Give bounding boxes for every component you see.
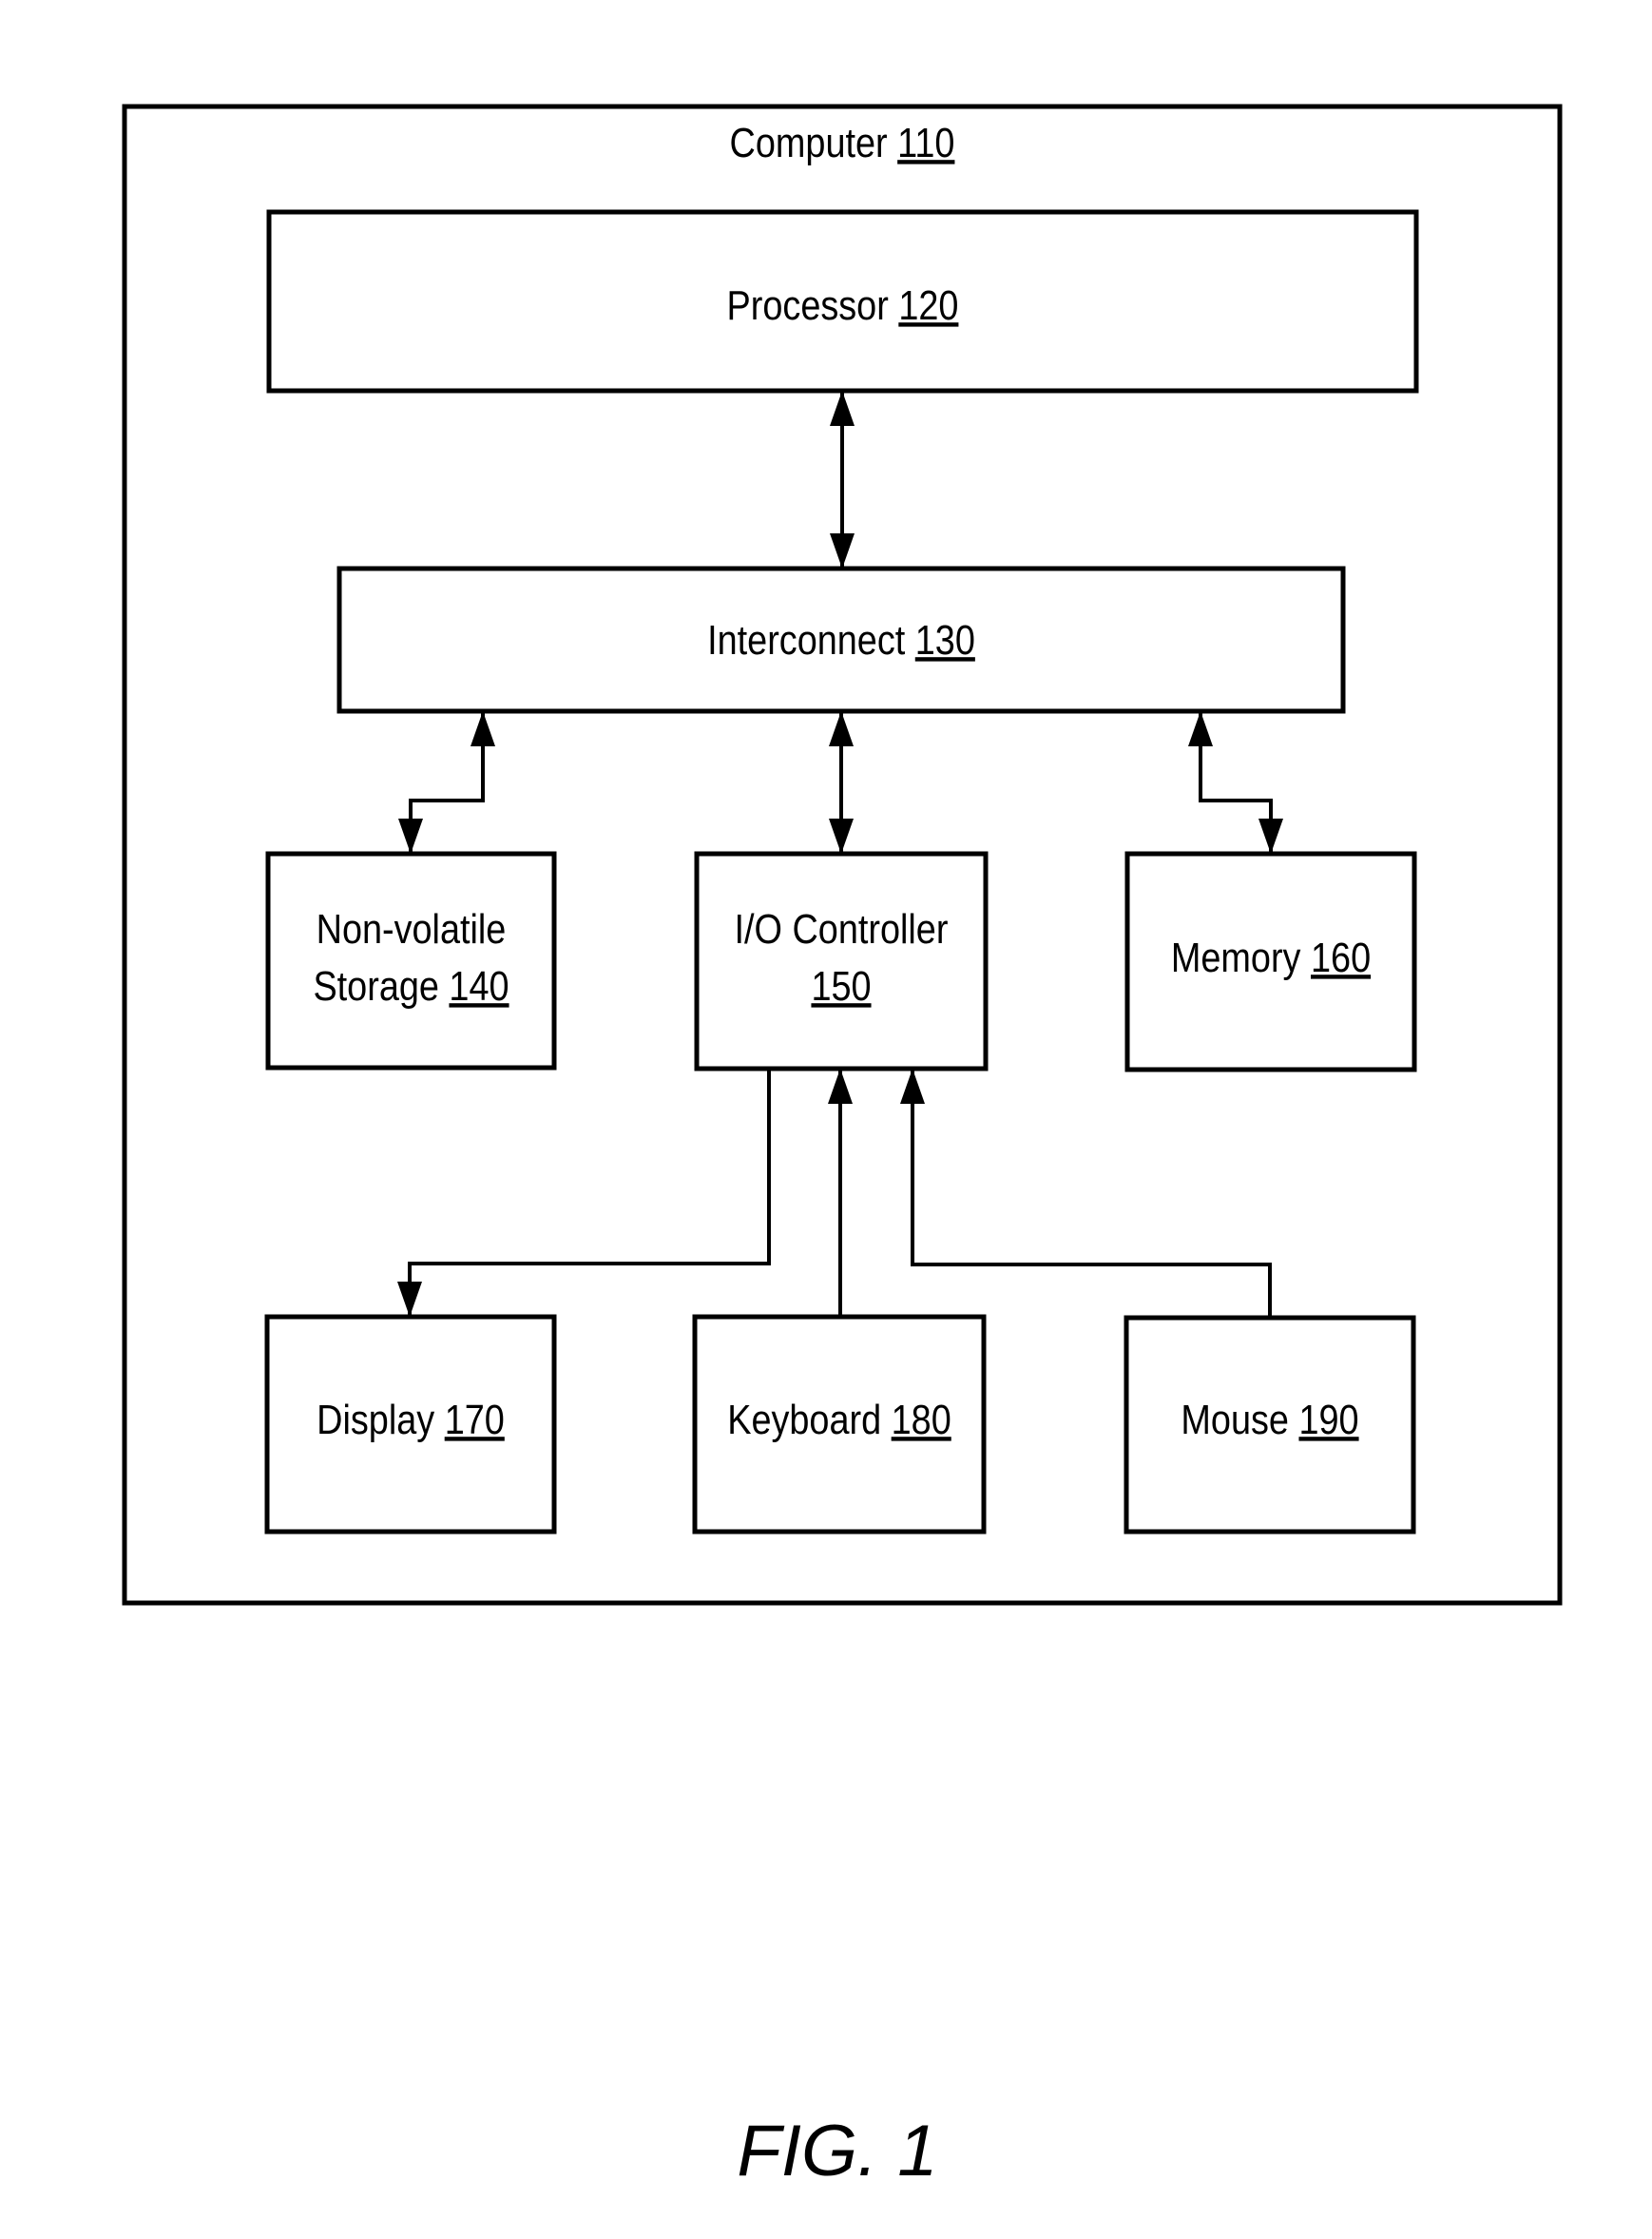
computer-block-diagram: Computer 110 Processor 120 Interconnect 1…: [122, 104, 1563, 2191]
edge-processor-to-interconnect: [830, 391, 855, 569]
interconnect-label-line: Interconnect 130: [707, 616, 975, 663]
display-ref-number: 170: [445, 1396, 505, 1442]
arrowhead-icon: [1258, 819, 1283, 854]
arrowhead-icon: [829, 819, 854, 854]
edge-interconnect-to-storage: [398, 711, 495, 854]
computer-label-text: Computer: [730, 119, 888, 165]
computer-label: Computer 110: [730, 119, 955, 165]
io-controller-label-text: I/O Controller: [735, 905, 949, 952]
connector-line: [1199, 711, 1273, 854]
interconnect-ref-number: 130: [915, 616, 975, 663]
node-interconnect: Interconnect 130: [336, 566, 1346, 714]
edge-interconnect-to-io-controller: [829, 711, 854, 854]
storage-label-text: Non-volatile: [317, 905, 507, 952]
mouse-label-line: Mouse 190: [1181, 1396, 1358, 1442]
keyboard-ref-number: 180: [892, 1396, 951, 1442]
arrowhead-icon: [830, 391, 855, 426]
memory-label-line: Memory 160: [1171, 934, 1371, 980]
io-controller-label-line: 150: [811, 962, 871, 1009]
node-io-controller: I/O Controller 150: [694, 851, 989, 1071]
node-keyboard: Keyboard 180: [692, 1314, 987, 1534]
edge-interconnect-to-memory: [1188, 711, 1283, 854]
storage-label-text: Storage: [313, 962, 449, 1009]
storage-ref-number: 140: [449, 962, 509, 1009]
keyboard-label-line: Keyboard 180: [727, 1396, 951, 1442]
io-controller-box: [694, 851, 989, 1071]
mouse-label-text: Mouse: [1181, 1396, 1298, 1442]
edge-keyboard-to-io-controller: [828, 1069, 853, 1317]
keyboard-label-text: Keyboard: [727, 1396, 891, 1442]
node-display: Display 170: [264, 1314, 557, 1534]
edge-mouse-to-io-controller: [900, 1069, 1272, 1318]
arrowhead-icon: [829, 711, 854, 746]
io-controller-label-line: I/O Controller: [735, 905, 949, 952]
node-storage: Non-volatile Storage 140: [265, 851, 557, 1071]
edge-io-controller-to-display: [397, 1069, 771, 1317]
io-controller-ref-number: 150: [811, 962, 871, 1009]
figure-caption: FIG. 1: [737, 2111, 937, 2191]
node-mouse: Mouse 190: [1124, 1315, 1416, 1534]
mouse-ref-number: 190: [1298, 1396, 1358, 1442]
storage-label-line: Storage 140: [313, 962, 509, 1009]
arrowhead-icon: [471, 711, 495, 746]
node-processor: Processor 120: [266, 209, 1419, 394]
arrowhead-icon: [828, 1069, 853, 1104]
arrowhead-icon: [1188, 711, 1213, 746]
interconnect-label-text: Interconnect: [707, 616, 915, 663]
arrowhead-icon: [398, 819, 423, 854]
display-label-line: Display 170: [317, 1396, 505, 1442]
storage-label-line: Non-volatile: [317, 905, 507, 952]
memory-ref-number: 160: [1311, 934, 1371, 980]
storage-box: [265, 851, 557, 1071]
arrowhead-icon: [900, 1069, 925, 1104]
computer-ref: 110: [897, 119, 954, 165]
display-label-text: Display: [317, 1396, 445, 1442]
memory-label-text: Memory: [1171, 934, 1311, 980]
connector-line: [911, 1069, 1272, 1318]
connector-line: [409, 711, 485, 854]
processor-ref-number: 120: [898, 281, 958, 328]
node-memory: Memory 160: [1124, 851, 1417, 1072]
arrowhead-icon: [830, 533, 855, 569]
processor-label-text: Processor: [727, 281, 899, 328]
arrowhead-icon: [397, 1282, 422, 1317]
connector-line: [408, 1069, 771, 1317]
processor-label-line: Processor 120: [727, 281, 959, 328]
